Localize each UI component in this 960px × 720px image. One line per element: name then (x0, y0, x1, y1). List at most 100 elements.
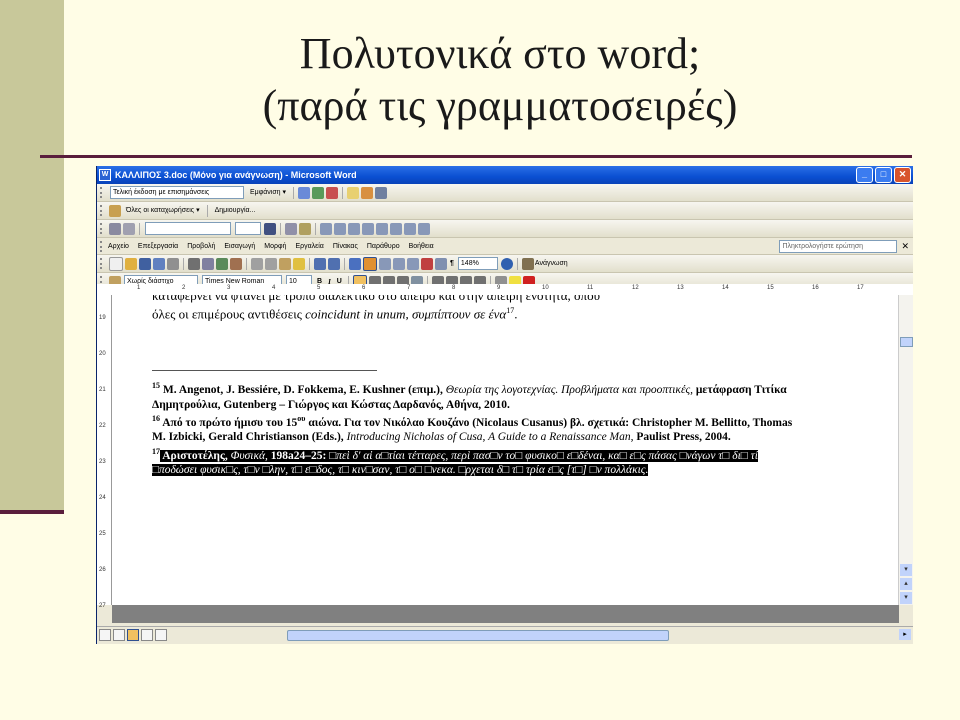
sort-icon[interactable] (404, 222, 416, 235)
footnote-17-author[interactable]: Αριστοτέλης, (160, 449, 231, 462)
window-titlebar[interactable]: W ΚΑΛΛΙΠΟΣ 3.doc (Μόνο για ανάγνωση) - M… (97, 166, 913, 184)
menu-file[interactable]: Αρχείο (108, 243, 129, 250)
open-icon[interactable] (125, 257, 137, 270)
previous-page-icon[interactable]: ▴ (900, 578, 912, 590)
maximize-button[interactable]: □ (875, 167, 892, 183)
research-icon[interactable] (230, 257, 242, 270)
menu-insert[interactable]: Εισαγωγή (224, 243, 255, 250)
close-document-button[interactable]: ✕ (901, 241, 909, 252)
drawing-icon[interactable] (421, 257, 433, 270)
reviewing-pane-icon[interactable] (375, 186, 388, 199)
autosum-icon[interactable] (418, 222, 430, 235)
print-preview-icon[interactable] (202, 257, 214, 270)
merge-cells-icon[interactable] (334, 222, 346, 235)
previous-change-icon[interactable] (298, 186, 311, 199)
outline-view-icon[interactable] (141, 629, 153, 641)
close-button[interactable]: ✕ (894, 167, 911, 183)
footnote-ref-17[interactable]: 17 (506, 306, 514, 315)
horizontal-scrollbar[interactable]: ▸ (97, 626, 913, 643)
redo-icon[interactable] (328, 257, 340, 270)
reject-change-icon[interactable] (326, 186, 339, 199)
zoom-dropdown[interactable]: 148% (457, 257, 498, 270)
border-color-icon[interactable] (264, 222, 276, 235)
autoformat-icon[interactable] (390, 222, 402, 235)
insert-table-icon[interactable] (320, 222, 332, 235)
menu-window[interactable]: Παράθυρο (367, 243, 400, 250)
help-question-input[interactable]: Πληκτρολογήστε ερώτηση (779, 239, 898, 253)
menu-help[interactable]: Βοήθεια (409, 243, 434, 250)
markup-display-dropdown[interactable]: Τελική έκδοση με επισημάνσεις (110, 186, 244, 199)
copy-icon[interactable] (265, 257, 277, 270)
normal-view-icon[interactable] (99, 629, 111, 641)
insert-excel-icon[interactable] (393, 257, 405, 270)
show-hide-icon[interactable]: ¶ (450, 260, 454, 267)
menu-tools[interactable]: Εργαλεία (295, 243, 323, 250)
paste-icon[interactable] (279, 257, 291, 270)
web-layout-icon[interactable] (113, 629, 125, 641)
menu-table[interactable]: Πίνακας (333, 243, 358, 250)
read-button[interactable]: Ανάγνωση (535, 260, 568, 267)
comment-icon[interactable] (347, 186, 360, 199)
borders-icon[interactable] (285, 222, 297, 235)
new-document-icon[interactable] (109, 256, 123, 271)
eraser-icon[interactable] (123, 222, 135, 235)
scroll-down-arrow-icon[interactable]: ▾ (900, 564, 912, 576)
help-icon[interactable] (500, 257, 513, 270)
shading-icon[interactable] (299, 222, 311, 235)
ruler-number: 9 (497, 285, 501, 291)
columns-icon[interactable] (407, 257, 419, 270)
scroll-right-arrow-icon[interactable]: ▸ (899, 629, 911, 640)
accept-change-icon[interactable] (312, 186, 325, 199)
autotext-icon[interactable] (109, 204, 121, 217)
toolbar-grip[interactable] (100, 223, 105, 234)
next-page-icon[interactable]: ▾ (900, 592, 912, 604)
email-icon[interactable] (167, 257, 179, 270)
distribute-rows-icon[interactable] (376, 222, 388, 235)
ruler-number: 16 (812, 285, 819, 291)
tables-borders-icon[interactable] (363, 256, 377, 271)
insert-table-icon[interactable] (379, 257, 391, 270)
show-markup-button[interactable]: Εμφάνιση ▾ (248, 187, 288, 198)
line-style-dropdown[interactable] (145, 222, 231, 235)
spelling-icon[interactable] (216, 257, 228, 270)
toolbar-grip[interactable] (100, 258, 105, 269)
minimize-button[interactable]: _ (856, 167, 873, 183)
autotext-entries-dropdown[interactable]: Όλες οι καταχωρήσεις ▾ (124, 205, 202, 216)
cut-icon[interactable] (251, 257, 263, 270)
menu-edit[interactable]: Επεξεργασία (138, 243, 178, 250)
vertical-scrollbar[interactable]: ▾ ▴ ▾ (898, 295, 913, 605)
reading-layout-icon[interactable] (155, 629, 167, 641)
menu-bar: Αρχείο Επεξεργασία Προβολή Εισαγωγή Μορφ… (97, 238, 913, 255)
save-icon[interactable] (139, 257, 151, 270)
horizontal-scroll-thumb[interactable] (287, 630, 669, 641)
ruler-number: 6 (362, 285, 366, 291)
scroll-thumb[interactable] (900, 337, 913, 347)
menu-format[interactable]: Μορφή (264, 243, 286, 250)
undo-icon[interactable] (314, 257, 326, 270)
split-cells-icon[interactable] (348, 222, 360, 235)
toolbar-grip[interactable] (100, 187, 105, 198)
toolbar-grip[interactable] (100, 205, 105, 216)
document-body[interactable]: καταφέρνει να φτάνει με τρόπο διαλεκτικό… (152, 295, 802, 478)
format-painter-icon[interactable] (293, 257, 305, 270)
document-map-icon[interactable] (435, 257, 447, 270)
footnote-17-work[interactable]: Φυσικά, (230, 449, 268, 462)
footnote-15: 15 M. Angenot, J. Bessiére, D. Fokkema, … (152, 379, 802, 412)
draw-table-icon[interactable] (109, 222, 121, 235)
autotext-create-button[interactable]: Δημιουργία... (213, 205, 258, 216)
ruler-number: 7 (407, 285, 411, 291)
track-changes-icon[interactable] (361, 186, 374, 199)
read-icon[interactable] (521, 257, 534, 270)
document-page[interactable]: καταφέρνει να φτάνει με τρόπο διαλεκτικό… (112, 295, 898, 605)
permission-icon[interactable] (153, 257, 165, 270)
toolbar-separator (315, 222, 316, 235)
menu-view[interactable]: Προβολή (187, 243, 215, 250)
line-weight-dropdown[interactable] (235, 222, 261, 235)
footnote-17-reference[interactable]: 198a24–25: (267, 449, 330, 462)
toolbar-grip[interactable] (100, 240, 105, 252)
align-cells-icon[interactable] (362, 222, 374, 235)
hyperlink-icon[interactable] (349, 257, 361, 270)
print-icon[interactable] (188, 257, 200, 270)
vertical-ruler[interactable]: 19 20 21 22 23 24 25 26 27 (97, 295, 112, 609)
print-layout-icon[interactable] (127, 629, 139, 641)
